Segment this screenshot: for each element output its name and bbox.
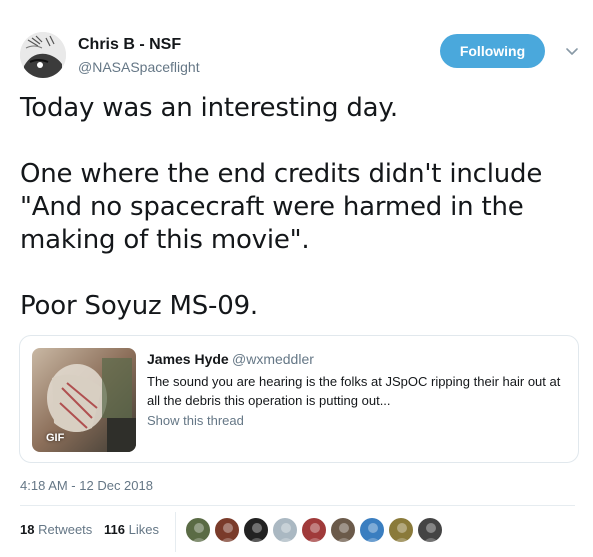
retweets-label: Retweets xyxy=(38,522,93,537)
liker-avatar[interactable] xyxy=(301,517,327,543)
liker-avatar[interactable] xyxy=(330,517,356,543)
quoted-tweet-text: The sound you are hearing is the folks a… xyxy=(147,374,561,408)
author-avatar[interactable] xyxy=(20,32,66,78)
quoted-author-handle[interactable]: @wxmeddler xyxy=(232,351,314,367)
avatar-rocket-drawing-icon xyxy=(20,32,66,78)
author-name[interactable]: Chris B - NSF xyxy=(78,36,181,54)
likes-label: Likes xyxy=(128,522,159,537)
retweets-stat[interactable]: 18 Retweets xyxy=(20,522,92,537)
likes-stat[interactable]: 116 Likes xyxy=(104,522,159,537)
tweet-line: One where the end credits didn't include xyxy=(20,159,543,189)
liker-avatar[interactable] xyxy=(388,517,414,543)
tweet-text: Today was an interesting day. One where … xyxy=(20,92,575,323)
chevron-down-icon[interactable] xyxy=(565,44,579,58)
tweet-line: making of this movie". xyxy=(20,225,310,255)
following-button[interactable]: Following xyxy=(440,34,545,68)
tweet-timestamp[interactable]: 4:18 AM - 12 Dec 2018 xyxy=(20,478,153,493)
divider xyxy=(20,505,575,506)
tweet-line: Today was an interesting day. xyxy=(20,93,398,123)
liker-avatar[interactable] xyxy=(243,517,269,543)
likes-count: 116 xyxy=(104,522,125,537)
retweets-count: 18 xyxy=(20,522,35,537)
quoted-gif-thumbnail[interactable]: GIF xyxy=(32,348,136,452)
tweet-header: Chris B - NSF @NASASpaceflight Following xyxy=(20,32,580,80)
liker-avatar[interactable] xyxy=(185,517,211,543)
show-thread-link[interactable]: Show this thread xyxy=(147,413,244,428)
stats-separator xyxy=(175,512,176,552)
gif-badge: GIF xyxy=(46,432,65,444)
quoted-author-name[interactable]: James Hyde xyxy=(147,351,229,367)
liker-avatar[interactable] xyxy=(359,517,385,543)
liker-avatar[interactable] xyxy=(272,517,298,543)
tweet-line-blank xyxy=(20,125,575,158)
liker-avatar[interactable] xyxy=(214,517,240,543)
author-handle[interactable]: @NASASpaceflight xyxy=(78,59,200,75)
tweet-line-blank xyxy=(20,257,575,290)
liker-avatar[interactable] xyxy=(417,517,443,543)
tweet-line: Poor Soyuz MS-09. xyxy=(20,291,258,321)
tweet-line: "And no spacecraft were harmed in the xyxy=(20,192,524,222)
quoted-tweet-card[interactable]: GIF James Hyde @wxmeddler The sound you … xyxy=(19,335,579,463)
